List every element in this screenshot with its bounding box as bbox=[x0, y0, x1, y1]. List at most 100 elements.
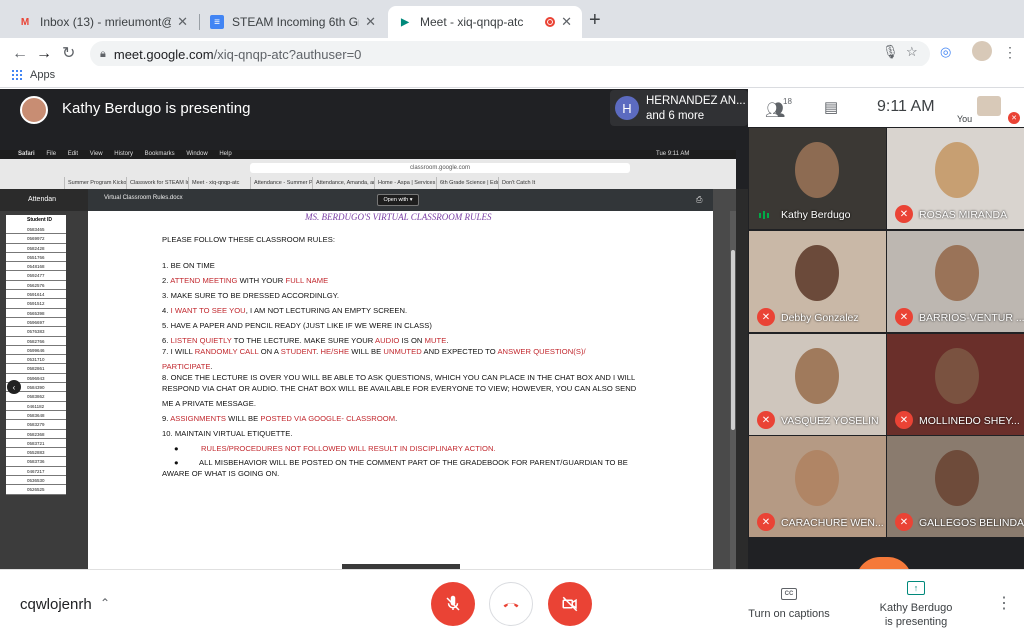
doc-scroll-thumb bbox=[731, 250, 735, 430]
spreadsheet-cell: 0582428 bbox=[6, 243, 66, 253]
extension-icon[interactable]: ◎ bbox=[940, 44, 951, 60]
microphone-icon[interactable]: 🎙︎ bbox=[882, 44, 899, 60]
shared-tab-strip: Summer Program KickoffClasswork for STEA… bbox=[64, 177, 736, 189]
chevron-up-icon[interactable]: ⌃ bbox=[100, 596, 110, 610]
spreadsheet-cell: 0583721 bbox=[6, 438, 66, 449]
rule-7-cont: PARTICIPATE. bbox=[162, 362, 213, 371]
leave-call-button[interactable] bbox=[489, 582, 533, 626]
presenter-avatar bbox=[20, 96, 48, 124]
tab-gmail[interactable]: M Inbox (13) - mrieumont@mccs ✕ bbox=[8, 6, 198, 38]
bookmarks-bar: Apps bbox=[0, 66, 1024, 88]
other-participant-name: HERNANDEZ AN... bbox=[646, 95, 746, 107]
participant-tile[interactable]: ✕ GALLEGOS BELINDA bbox=[887, 436, 1024, 537]
spreadsheet-title: Attendan bbox=[0, 189, 88, 211]
chat-icon[interactable]: ▤ bbox=[824, 98, 838, 116]
meeting-code[interactable]: cqwlojenrh bbox=[20, 596, 92, 613]
participant-tile[interactable]: ✕ Debby Gonzalez bbox=[749, 231, 886, 332]
address-bar[interactable]: 🔒︎ meet.google.com/xiq-qnqp-atc?authuser… bbox=[90, 41, 930, 67]
forward-arrow-icon[interactable]: → bbox=[36, 44, 52, 64]
presenting-suffix: is presenting bbox=[884, 616, 948, 628]
participant-video bbox=[795, 348, 839, 404]
camera-toggle-button[interactable] bbox=[548, 582, 592, 626]
more-options-icon[interactable]: ⋮ bbox=[996, 596, 1012, 612]
close-icon[interactable]: ✕ bbox=[365, 14, 376, 30]
presenting-status[interactable]: Kathy Berdugo is presenting bbox=[870, 601, 962, 629]
bookmark-star-icon[interactable]: ☆ bbox=[906, 44, 918, 60]
participant-tile[interactable]: ✕ MOLLINEDO SHEY... bbox=[887, 334, 1024, 435]
spreadsheet-cell: 0552883 bbox=[6, 448, 66, 458]
speaking-indicator-icon bbox=[759, 211, 771, 219]
open-with-button: Open with ▾ bbox=[377, 194, 419, 206]
participant-name: ROSAS MIRANDA bbox=[919, 209, 1008, 221]
rule-4: 4. I WANT TO SEE YOU, I AM NOT LECTURING… bbox=[162, 306, 408, 315]
shared-tab: Home - Aspa | Services | S... bbox=[374, 177, 436, 189]
spreadsheet-header-cell: Student ID bbox=[6, 215, 66, 225]
open-with-label: Open with bbox=[383, 197, 409, 203]
muted-mic-icon: ✕ bbox=[895, 513, 913, 531]
meet-icon: ▶ bbox=[401, 16, 409, 28]
hangup-phone-icon bbox=[503, 603, 519, 608]
participant-tile[interactable]: ✕ ROSAS MIRANDA bbox=[887, 128, 1024, 229]
participant-tile[interactable]: ✕ BARRIOS-VENTUR ... bbox=[887, 231, 1024, 332]
reload-icon[interactable]: ↻ bbox=[62, 44, 75, 64]
spreadsheet-cell: 0576383 bbox=[6, 327, 66, 337]
tab-steam-doc[interactable]: ≡ STEAM Incoming 6th Grade - ✕ bbox=[200, 6, 386, 38]
rule-1: 1. BE ON TIME bbox=[162, 261, 215, 270]
spreadsheet-cell: 0562576 bbox=[6, 280, 66, 291]
browser-menu-icon[interactable]: ⋮ bbox=[1003, 44, 1017, 61]
shared-tab: Don't Catch It bbox=[498, 177, 560, 189]
spreadsheet-rows: 0583465 0569972 0582428 0551766 0548168 05924… bbox=[6, 225, 66, 495]
mac-menu-item: Edit bbox=[67, 151, 79, 157]
spreadsheet-cell: 0548168 bbox=[6, 262, 66, 272]
spreadsheet-cell: 0583736 bbox=[6, 457, 66, 467]
document-title: MS. BERDUGO'S VIRTUAL CLASSROOM RULES bbox=[305, 212, 492, 222]
spreadsheet-cell: 0461182 bbox=[6, 401, 66, 411]
apps-bookmark[interactable]: Apps bbox=[30, 69, 55, 81]
mac-menu-item: View bbox=[89, 151, 103, 157]
participant-video bbox=[795, 245, 839, 301]
captions-button-label[interactable]: Turn on captions bbox=[748, 608, 830, 620]
doc-intro: PLEASE FOLLOW THESE CLASSROOM RULES: bbox=[162, 235, 335, 244]
spreadsheet-cell: 0583648 bbox=[6, 410, 66, 421]
microphone-toggle-button[interactable] bbox=[431, 582, 475, 626]
participant-name: Debby Gonzalez bbox=[781, 312, 859, 324]
participant-name: GALLEGOS BELINDA bbox=[919, 517, 1024, 529]
spreadsheet-cell: 0583279 bbox=[6, 420, 66, 430]
participant-tile[interactable]: ✕ VASQUEZ YOSELIN bbox=[749, 334, 886, 435]
shared-tab: Attendance, Amanda, and... bbox=[312, 177, 374, 189]
bullet-icon: ● bbox=[174, 444, 179, 453]
participant-initial-avatar: H bbox=[615, 96, 639, 120]
participant-tile[interactable]: Kathy Berdugo bbox=[749, 128, 886, 229]
lock-icon: 🔒︎ bbox=[100, 47, 106, 60]
rule-7: 7. I WILL RANDOMLY CALL ON A STUDENT. HE… bbox=[162, 347, 586, 356]
shared-right-strip bbox=[736, 189, 748, 570]
tab-meet[interactable]: ▶ Meet - xiq-qnqp-atc ✕ bbox=[388, 6, 582, 38]
participant-video bbox=[795, 142, 839, 198]
participant-tile[interactable]: ✕ CARACHURE WEN... bbox=[749, 436, 886, 537]
back-arrow-icon[interactable]: ← bbox=[12, 44, 28, 64]
spreadsheet-cell: 0591512 bbox=[6, 299, 66, 309]
spreadsheet-cell: 0592477 bbox=[6, 271, 66, 281]
muted-mic-icon: ✕ bbox=[757, 411, 775, 429]
rule-10: 10. MAINTAIN VIRTUAL ETIQUETTE. bbox=[162, 429, 293, 438]
new-tab-button[interactable]: + bbox=[589, 10, 601, 30]
shared-address-bar: classroom.google.com bbox=[250, 163, 630, 173]
rule-3: 3. MAKE SURE TO BE DRESSED ACCORDINLGY. bbox=[162, 291, 340, 300]
recording-icon bbox=[545, 17, 556, 27]
rule-2: 2. ATTEND MEETING WITH YOUR FULL NAME bbox=[162, 276, 329, 285]
profile-avatar[interactable] bbox=[972, 41, 992, 61]
close-icon[interactable]: ✕ bbox=[561, 14, 572, 30]
print-icon: ⎙ bbox=[696, 195, 703, 204]
participant-video bbox=[935, 450, 979, 506]
tab-label: Inbox (13) - mrieumont@mccs bbox=[40, 15, 171, 29]
participant-name: MOLLINEDO SHEY... bbox=[919, 415, 1020, 427]
captions-icon[interactable]: CC bbox=[781, 588, 797, 600]
participant-video bbox=[935, 142, 979, 198]
close-icon[interactable]: ✕ bbox=[177, 14, 188, 30]
present-screen-icon[interactable]: ↑ bbox=[907, 581, 925, 595]
spreadsheet-cell: 0582368 bbox=[6, 429, 66, 439]
self-view-thumbnail[interactable] bbox=[977, 96, 1001, 116]
spreadsheet-cell: 0582861 bbox=[6, 364, 66, 374]
apps-grid-icon[interactable] bbox=[12, 70, 22, 80]
other-participants-more: and 6 more bbox=[646, 110, 705, 122]
